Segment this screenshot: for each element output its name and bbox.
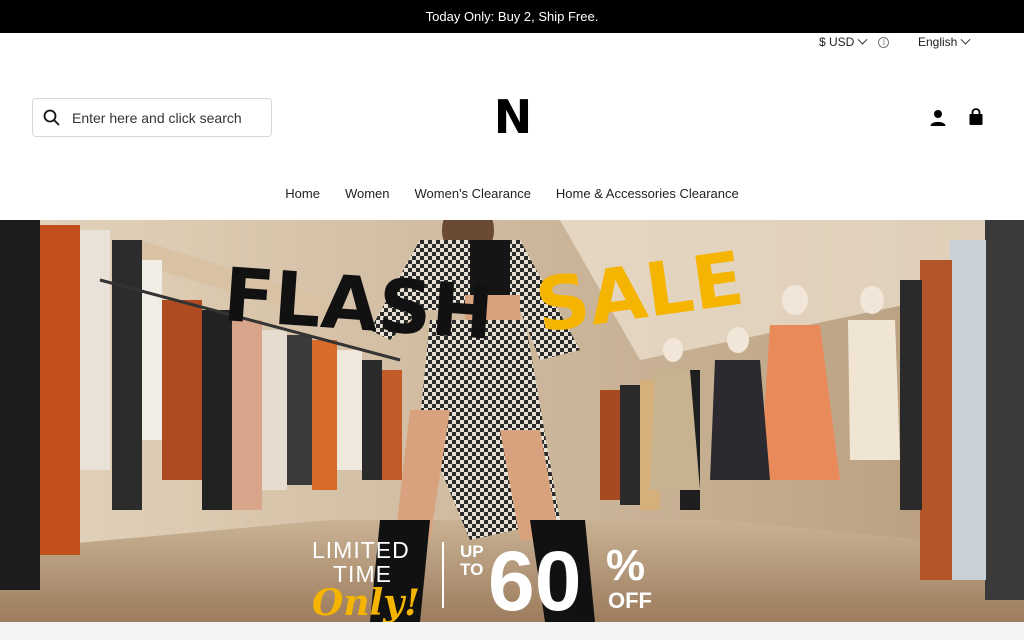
- hero-banner[interactable]: FLASH SALE LIMITED TIME Only! UP TO 60 %…: [0, 220, 1024, 622]
- hero-limited: LIMITED: [312, 537, 410, 563]
- search-input[interactable]: [72, 109, 252, 126]
- hero-headline: FLASH SALE LIMITED TIME Only! UP TO 60 %…: [221, 236, 749, 622]
- chevron-down-icon: [857, 34, 868, 45]
- hero-percent-value: 60: [488, 534, 581, 622]
- search-box[interactable]: [32, 98, 272, 137]
- currency-selector[interactable]: $ USD i: [819, 34, 890, 49]
- announcement-bar: Today Only: Buy 2, Ship Free.: [0, 0, 1024, 33]
- shopping-bag-icon[interactable]: [967, 108, 985, 126]
- announcement-text: Today Only: Buy 2, Ship Free.: [425, 9, 599, 24]
- hero-percent-sign: %: [606, 541, 645, 590]
- main-nav: Home Women Women's Clearance Home & Acce…: [0, 186, 1024, 201]
- hero-to: TO: [460, 560, 483, 579]
- hero-up: UP: [460, 542, 484, 561]
- nav-item-home[interactable]: Home: [285, 186, 320, 201]
- hero-off: OFF: [608, 588, 652, 613]
- utility-bar: $ USD i English: [0, 33, 1024, 53]
- chevron-down-icon: [960, 34, 971, 45]
- nav-item-womens-clearance[interactable]: Women's Clearance: [415, 186, 531, 201]
- hero-title-flash: FLASH: [221, 252, 497, 357]
- store-logo[interactable]: N: [493, 93, 533, 141]
- search-icon[interactable]: [43, 109, 60, 126]
- currency-label: $ USD: [819, 35, 855, 49]
- nav-item-women[interactable]: Women: [345, 186, 390, 201]
- info-icon[interactable]: i: [878, 36, 890, 48]
- hero-only: Only!: [312, 582, 420, 622]
- account-icon[interactable]: [929, 109, 947, 127]
- language-label: English: [918, 35, 958, 49]
- nav-item-home-accessories-clearance[interactable]: Home & Accessories Clearance: [556, 186, 739, 201]
- language-selector[interactable]: English: [918, 34, 971, 49]
- hero-title-sale: SALE: [531, 236, 749, 350]
- page-bottom-strip: [0, 622, 1024, 640]
